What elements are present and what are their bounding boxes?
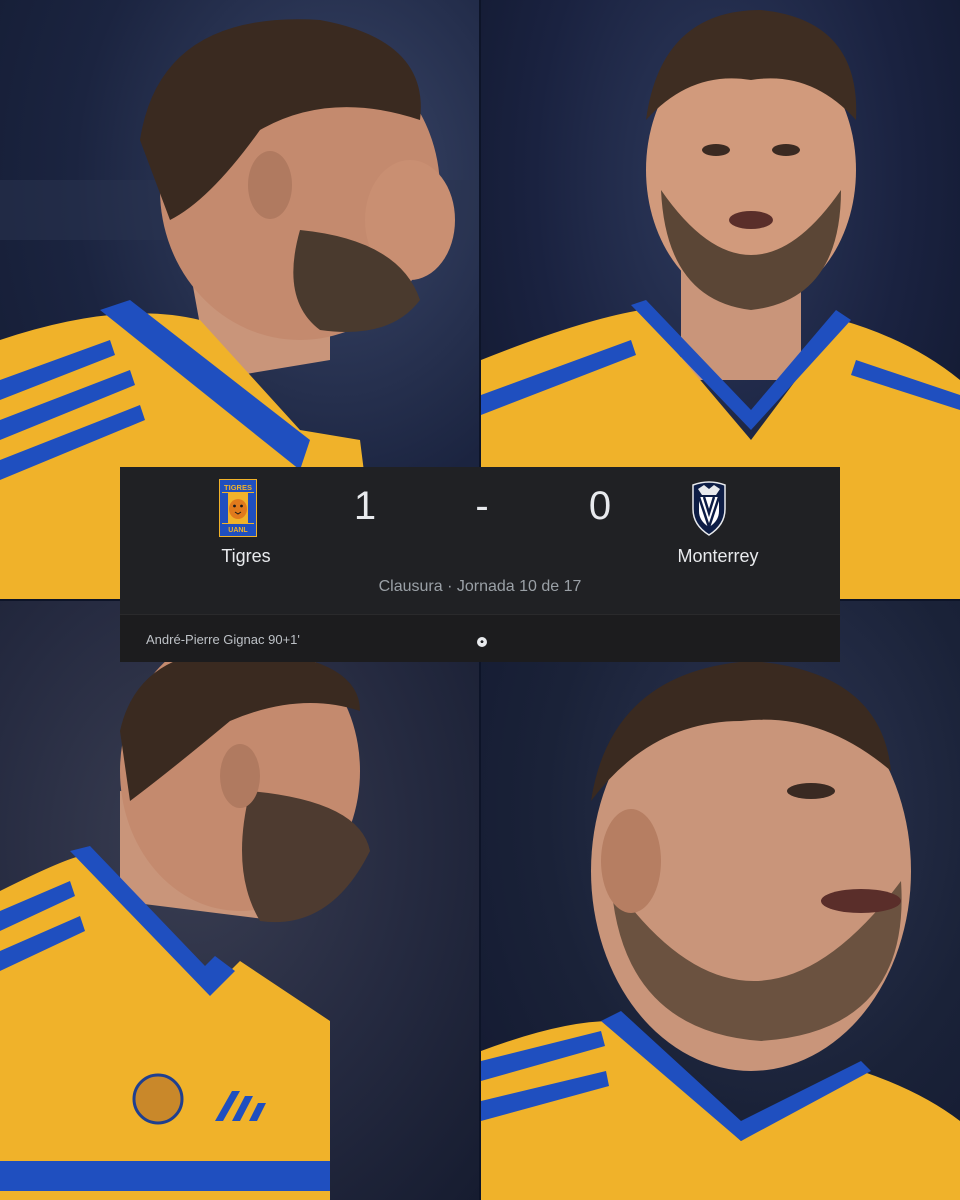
goal-scorer[interactable]: André-Pierre Gignac 90+1' (146, 632, 300, 647)
match-score-card[interactable]: TIGRES UANL Tigres 1 - 0 Monterrey Claus… (120, 467, 840, 662)
away-team-name[interactable]: Monterrey (638, 546, 798, 567)
tigres-crest-top-text: TIGRES (224, 483, 252, 492)
player-shouting-illustration (0, 631, 370, 1200)
home-team-score: 1 (353, 484, 377, 528)
photo-player-shouting (0, 601, 479, 1200)
player-closeup-illustration (481, 661, 960, 1200)
tigres-crest-icon: TIGRES UANL (219, 479, 257, 537)
competition-round: Clausura · Jornada 10 de 17 (378, 578, 582, 595)
monterrey-crest-icon (692, 481, 726, 536)
photo-player-closeup (481, 601, 960, 1200)
soccer-ball-icon (477, 637, 487, 647)
away-team-score: 0 (588, 484, 612, 528)
home-team-name[interactable]: Tigres (166, 546, 326, 567)
score-separator: - (475, 484, 489, 528)
tigres-crest-bottom-text: UANL (228, 527, 248, 534)
